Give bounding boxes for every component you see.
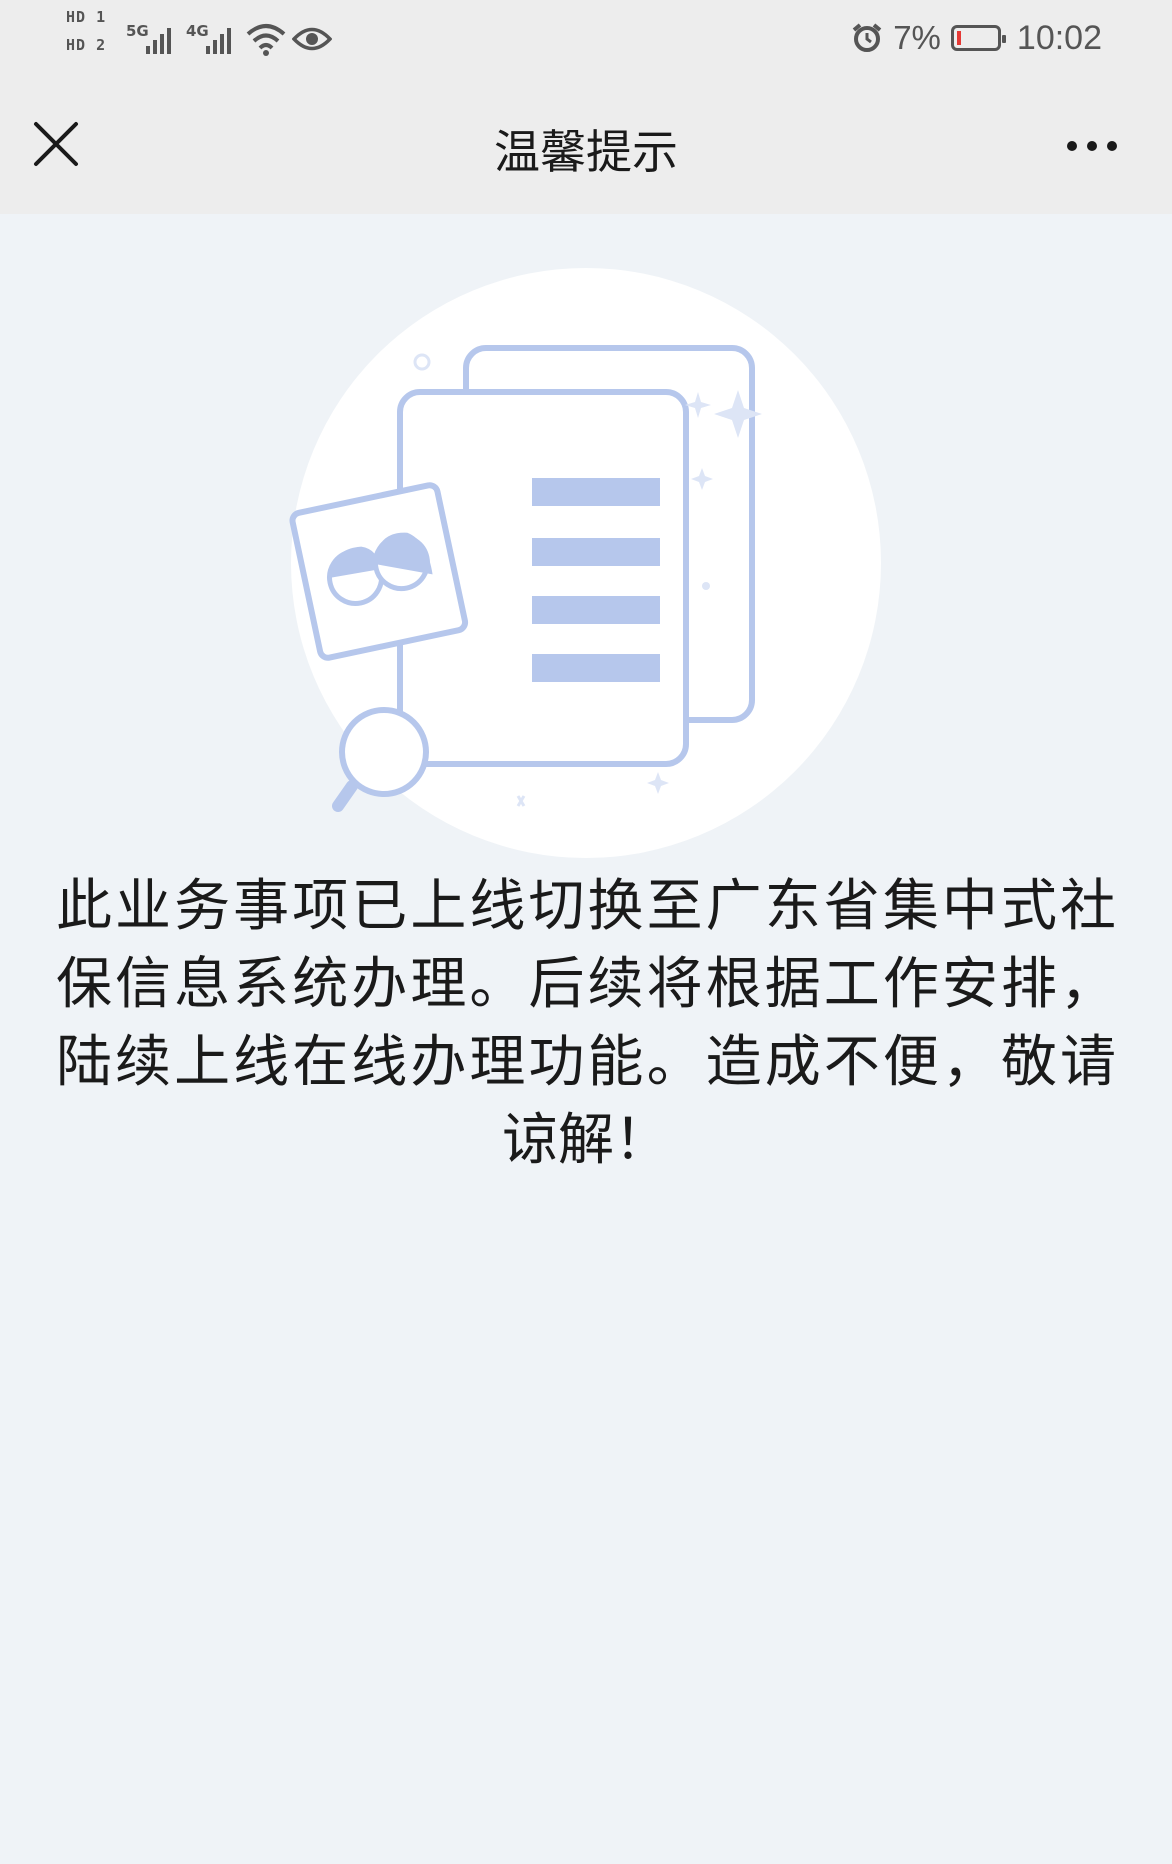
page-title: 温馨提示 (494, 125, 678, 179)
top-bar: HD 1 HD 2 5G 4G 7% 10:02 温馨提示 (0, 0, 1172, 214)
sim1-tag: HD 1 (66, 8, 107, 26)
status-right: 7% 10:02 (851, 16, 1102, 60)
signal-icon (146, 24, 180, 54)
status-bar: HD 1 HD 2 5G 4G 7% 10:02 (0, 0, 1172, 76)
text-line-icon (532, 478, 660, 506)
alarm-icon (852, 23, 882, 52)
text-line-icon (532, 654, 660, 682)
clock: 10:02 (1016, 18, 1102, 57)
photo-card-icon (289, 482, 469, 661)
navigation-bar: 温馨提示 (0, 76, 1172, 214)
signal-icon (206, 24, 240, 54)
notice-text: 此业务事项已上线切换至广东省集中式社保信息系统办理。后续将根据工作安排，陆续上线… (56, 874, 1116, 1173)
sim2-tag: HD 2 (66, 36, 107, 54)
battery-icon (950, 25, 1006, 51)
more-icon[interactable] (1062, 126, 1122, 166)
text-line-icon (532, 538, 660, 566)
eye-icon (292, 27, 332, 51)
document-illustration (289, 268, 881, 858)
wifi-icon (246, 24, 286, 56)
text-line-icon (532, 596, 660, 624)
sim-indicators: HD 1 HD 2 (66, 8, 116, 64)
battery-percent: 7% (893, 19, 941, 56)
